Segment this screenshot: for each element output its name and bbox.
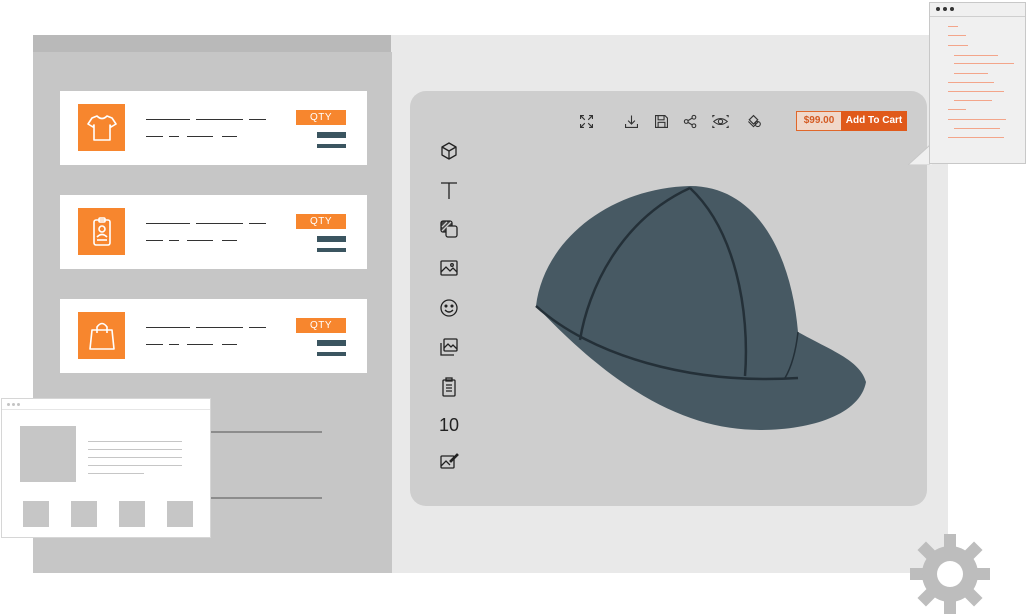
thumbnail-placeholder — [23, 501, 49, 527]
qty-badge[interactable]: QTY — [296, 110, 346, 125]
text-tool-icon[interactable] — [438, 179, 460, 201]
qty-bar — [317, 236, 346, 242]
qty-badge[interactable]: QTY — [296, 318, 346, 333]
qty-bar — [317, 132, 346, 138]
window-dots — [936, 7, 954, 11]
edit-image-icon[interactable] — [438, 450, 460, 472]
product-thumbnail — [78, 312, 125, 359]
image-icon[interactable] — [438, 257, 460, 279]
qty-badge[interactable]: QTY — [296, 214, 346, 229]
baseball-cap-product[interactable] — [530, 180, 875, 435]
divider — [200, 497, 322, 499]
code-window — [929, 2, 1026, 164]
number-tool[interactable]: 10 — [437, 414, 461, 436]
download-icon[interactable] — [621, 111, 641, 131]
add-to-cart-button[interactable]: Add To Cart — [841, 111, 907, 131]
divider — [200, 431, 322, 433]
id-badge-icon — [92, 216, 111, 246]
save-icon[interactable] — [651, 111, 671, 131]
layers-icon[interactable] — [743, 111, 763, 131]
3d-box-icon[interactable] — [438, 140, 460, 162]
product-row[interactable]: QTY — [60, 299, 367, 373]
product-thumbnail — [78, 208, 125, 255]
window-title-bar — [33, 35, 391, 52]
qty-bar — [317, 248, 346, 252]
qty-bar — [317, 340, 346, 346]
share-icon[interactable] — [680, 111, 700, 131]
thumbnail-placeholder — [119, 501, 145, 527]
qty-bar — [317, 352, 346, 356]
pattern-icon[interactable] — [438, 218, 460, 240]
product-thumbnail — [78, 104, 125, 151]
image-placeholder — [20, 426, 76, 482]
shopping-bag-icon — [88, 322, 115, 350]
preview-mini-window — [1, 398, 211, 538]
preview-eye-icon[interactable] — [710, 111, 730, 131]
gallery-icon[interactable] — [438, 336, 460, 358]
thumbnail-placeholder — [167, 501, 193, 527]
product-row[interactable]: QTY — [60, 195, 367, 269]
price-display: $99.00 — [796, 111, 842, 131]
tshirt-icon — [86, 114, 117, 141]
window-dots — [7, 403, 20, 406]
qty-bar — [317, 144, 346, 148]
emoji-icon[interactable] — [438, 297, 460, 319]
fullscreen-icon[interactable] — [576, 111, 596, 131]
product-row[interactable]: QTY — [60, 91, 367, 165]
thumbnail-placeholder — [71, 501, 97, 527]
gear-icon — [910, 534, 990, 614]
clipboard-list-icon[interactable] — [438, 376, 460, 398]
